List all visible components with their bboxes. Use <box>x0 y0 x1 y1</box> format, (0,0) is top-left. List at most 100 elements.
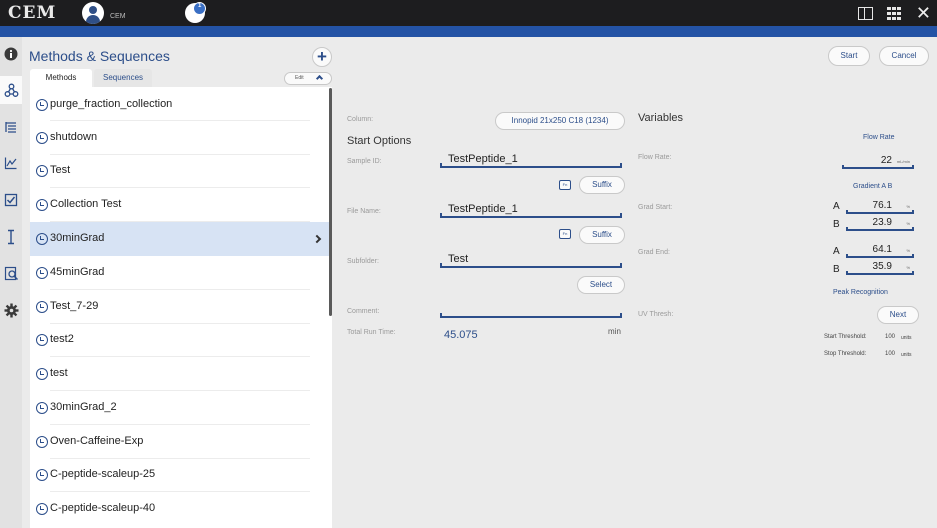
file-name-suffix-button[interactable]: Suffix <box>579 226 625 244</box>
list-item[interactable]: 30minGrad_2 <box>30 391 332 425</box>
checkbox-icon <box>4 193 18 207</box>
grad-end-b-input[interactable]: 35.9 % <box>846 261 914 275</box>
method-name: test <box>50 367 68 379</box>
sample-id-input[interactable]: TestPeptide_1 <box>440 152 622 168</box>
method-name: Oven-Caffeine-Exp <box>50 435 144 447</box>
comment-input[interactable] <box>440 302 622 318</box>
method-name: Test_7-29 <box>50 300 99 312</box>
sample-id-fn-button[interactable]: Fn <box>559 180 571 190</box>
subfolder-value: Test <box>448 253 469 265</box>
subfolder-input[interactable]: Test <box>440 252 622 268</box>
start-threshold-unit: units <box>901 335 912 341</box>
tab-sequences[interactable]: Sequences <box>94 69 152 87</box>
nav-checklist[interactable] <box>0 186 22 214</box>
chevron-right-icon <box>312 234 322 244</box>
instrument-badge: 1 <box>198 3 202 9</box>
nav-info[interactable] <box>0 40 22 68</box>
gradient-header: Gradient A B <box>853 183 893 190</box>
method-clock-icon <box>36 469 48 481</box>
method-name: Test <box>50 164 71 176</box>
grad-end-a-input[interactable]: 64.1 % <box>846 244 914 258</box>
nav-settings[interactable] <box>0 296 22 324</box>
file-name-fn-button[interactable]: Fn <box>559 229 571 239</box>
column-icon <box>8 229 14 245</box>
list-item-selected[interactable]: 30minGrad <box>30 222 332 256</box>
grid-view-icon[interactable] <box>886 6 902 20</box>
instrument-icon[interactable] <box>185 2 206 23</box>
start-threshold-value: 100 <box>885 334 896 340</box>
file-name-input[interactable]: TestPeptide_1 <box>440 202 622 218</box>
grad-end-b-unit: % <box>906 265 910 270</box>
list-item[interactable]: Collection Test <box>30 188 332 222</box>
method-clock-icon <box>36 301 48 313</box>
list-item[interactable]: C-peptide-scaleup-40 <box>30 492 332 526</box>
nav-sequences[interactable] <box>0 113 22 141</box>
method-clock-icon <box>36 99 48 111</box>
info-icon <box>4 47 18 61</box>
user-button[interactable]: CEM <box>82 2 126 24</box>
split-view-icon[interactable] <box>857 6 873 20</box>
start-button[interactable]: Start <box>828 46 870 66</box>
flow-rate-input[interactable]: 22 mL/min <box>842 155 914 169</box>
list-item[interactable]: Test <box>30 154 332 188</box>
column-label: Column: <box>347 116 374 123</box>
list-item[interactable]: Oven-Caffeine-Exp <box>30 425 332 459</box>
method-editor: Start Cancel Column: Innopid 21x250 C18 … <box>336 37 937 528</box>
nav-search[interactable] <box>0 259 22 287</box>
list-item[interactable]: 45minGrad <box>30 256 332 290</box>
cancel-button[interactable]: Cancel <box>879 46 929 66</box>
comment-label: Comment: <box>347 308 380 315</box>
subfolder-select-button[interactable]: Select <box>577 276 625 294</box>
start-options-title: Start Options <box>347 135 412 147</box>
method-name: C-peptide-scaleup-25 <box>50 468 156 480</box>
method-clock-icon <box>36 165 48 177</box>
total-run-time-value: 45.075 <box>444 329 478 341</box>
flow-rate-header: Flow Rate <box>863 134 895 141</box>
grad-start-a-value: 76.1 <box>872 200 892 211</box>
grad-start-a-unit: % <box>906 204 910 209</box>
column-select-button[interactable]: Innopid 21x250 C18 (1234) <box>495 112 625 130</box>
panel-title: Methods & Sequences <box>29 48 170 64</box>
stop-threshold-unit: units <box>901 352 912 358</box>
file-name-value: TestPeptide_1 <box>448 203 518 215</box>
method-clock-icon <box>36 132 48 144</box>
list-item[interactable]: purge_fraction_collection <box>30 87 332 121</box>
list-item[interactable]: test <box>30 357 332 391</box>
method-clock-icon <box>36 233 48 245</box>
tab-methods[interactable]: Methods <box>30 69 92 87</box>
method-name: C-peptide-scaleup-40 <box>50 502 156 514</box>
method-clock-icon <box>36 267 48 279</box>
close-icon[interactable]: ✕ <box>916 4 931 22</box>
chart-icon <box>4 157 17 170</box>
grad-end-a-unit: % <box>906 248 910 253</box>
nav-methods[interactable] <box>0 76 22 104</box>
edit-button[interactable]: Edit <box>284 72 332 85</box>
add-method-button[interactable]: + <box>312 47 332 67</box>
grad-end-a-label: A <box>833 246 840 257</box>
sample-id-suffix-button[interactable]: Suffix <box>579 176 625 194</box>
next-button[interactable]: Next <box>877 306 919 324</box>
sample-id-label: Sample ID: <box>347 158 382 165</box>
title-bar: CEM CEM 1 ✕ <box>0 0 937 26</box>
grad-start-b-input[interactable]: 23.9 % <box>846 217 914 231</box>
method-name: Collection Test <box>50 198 122 210</box>
grad-start-label: Grad Start: <box>638 204 673 211</box>
method-name: 45minGrad <box>50 266 105 278</box>
grad-start-b-label: B <box>833 219 840 230</box>
nav-chart[interactable] <box>0 149 22 177</box>
list-item[interactable]: C-peptide-scaleup-25 <box>30 458 332 492</box>
uv-thresh-label: UV Thresh: <box>638 311 674 318</box>
list-item[interactable]: shutdown <box>30 121 332 155</box>
user-icon <box>82 2 104 24</box>
cem-logo: CEM <box>8 3 57 23</box>
grad-start-a-input[interactable]: 76.1 % <box>846 200 914 214</box>
method-list: purge_fraction_collection shutdown Test … <box>30 87 332 528</box>
flow-rate-unit: mL/min <box>896 159 910 164</box>
start-threshold-label: Start Threshold: <box>824 334 867 340</box>
method-clock-icon <box>36 334 48 346</box>
list-item[interactable]: Test_7-29 <box>30 290 332 324</box>
list-scrollbar[interactable] <box>329 88 332 316</box>
nav-column[interactable] <box>0 223 22 251</box>
stop-threshold-value: 100 <box>885 351 896 357</box>
list-item[interactable]: test2 <box>30 323 332 357</box>
